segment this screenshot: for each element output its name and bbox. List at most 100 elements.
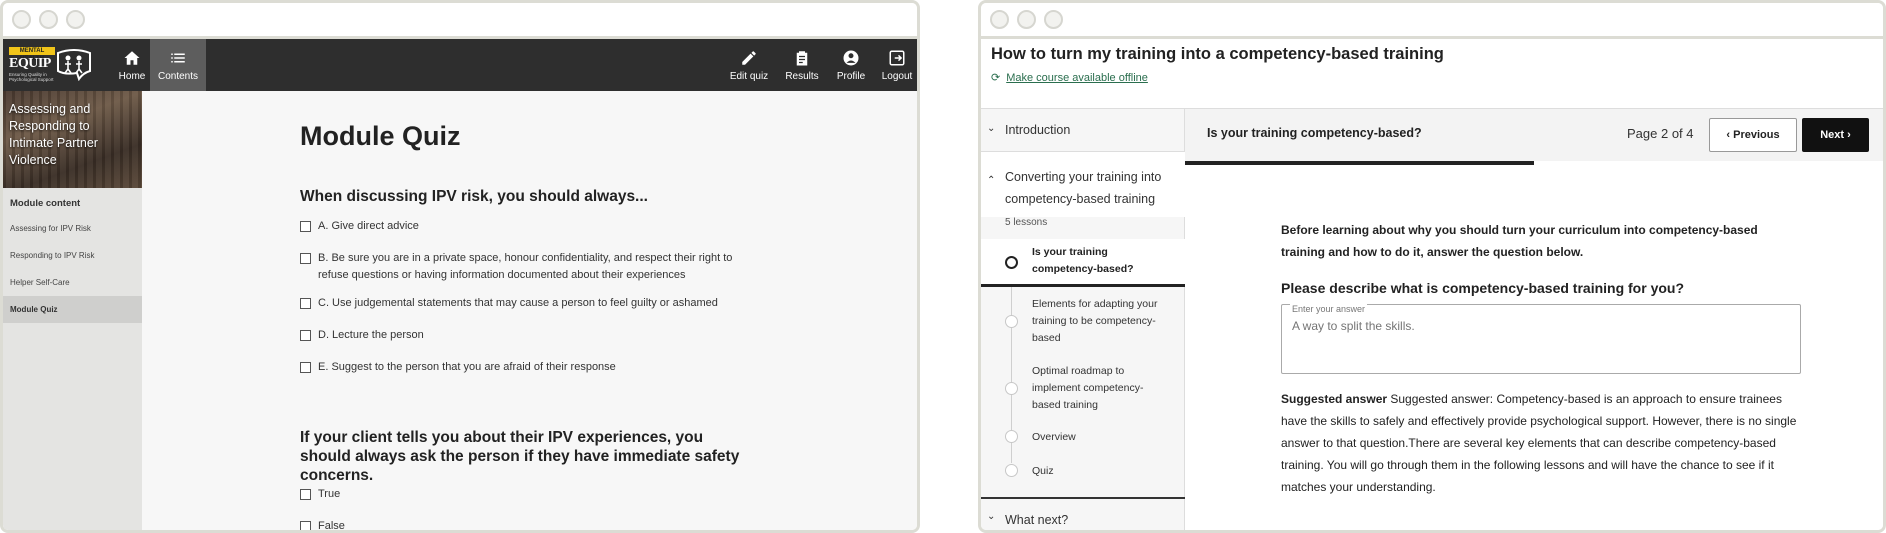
course-title: How to turn my training into a competenc… bbox=[991, 45, 1444, 63]
next-button[interactable]: Next › bbox=[1802, 118, 1869, 152]
checkbox[interactable] bbox=[300, 298, 311, 309]
course-app: How to turn my training into a competenc… bbox=[981, 39, 1883, 530]
nav-results[interactable]: Results bbox=[781, 39, 823, 91]
option-label: C. Use judgemental statements that may c… bbox=[318, 297, 718, 309]
q1-option-a[interactable]: A. Give direct advice bbox=[300, 218, 760, 235]
nav-profile[interactable]: Profile bbox=[830, 39, 872, 91]
page-indicator: Page 2 of 4 bbox=[1627, 126, 1694, 141]
option-label: B. Be sure you are in a private space, h… bbox=[318, 252, 733, 281]
module-item-quiz[interactable]: Module Quiz bbox=[3, 296, 142, 323]
lesson-overview[interactable]: Overview bbox=[981, 427, 1185, 451]
lesson-circle-icon bbox=[1005, 315, 1018, 328]
nav-logout-label: Logout bbox=[881, 71, 913, 82]
window-close-dot[interactable] bbox=[990, 10, 1009, 29]
q1-option-b[interactable]: B. Be sure you are in a private space, h… bbox=[300, 250, 760, 284]
option-label: False bbox=[318, 520, 345, 530]
lesson-content: Before learning about why you should tur… bbox=[1281, 219, 1801, 498]
checkbox[interactable] bbox=[300, 330, 311, 341]
module-content-heading: Module content bbox=[10, 198, 81, 209]
window-maximize-dot[interactable] bbox=[1044, 10, 1063, 29]
question-prompt: Please describe what is competency-based… bbox=[1281, 280, 1685, 296]
previous-button-label: Previous bbox=[1733, 129, 1780, 141]
equip-logo[interactable]: MENTAL HEALTH EQUIP Ensuring Quality in … bbox=[9, 47, 93, 83]
clipboard-icon bbox=[796, 51, 808, 66]
lesson-quiz[interactable]: Quiz bbox=[981, 461, 1185, 485]
offline-link[interactable]: ⟳ Make course available offline bbox=[991, 71, 1148, 84]
checkbox[interactable] bbox=[300, 253, 311, 264]
lesson-count: 5 lessons bbox=[1005, 217, 1048, 228]
lesson-optimal-roadmap[interactable]: Optimal roadmap to implement competency-… bbox=[981, 361, 1185, 419]
window-close-dot[interactable] bbox=[12, 10, 31, 29]
chevron-up-icon: ⌃ bbox=[987, 175, 996, 186]
module-title: Assessing and Responding to Intimate Par… bbox=[9, 102, 98, 167]
lesson-label: Is your training competency-based? bbox=[1032, 246, 1134, 275]
lesson-elements-for-adapting[interactable]: Elements for adapting your training to b… bbox=[981, 294, 1185, 352]
logo-figures-icon bbox=[57, 49, 91, 81]
module-hero-image: Assessing and Responding to Intimate Par… bbox=[3, 91, 142, 188]
suggested-answer-label: Suggested answer bbox=[1281, 392, 1388, 406]
user-icon bbox=[843, 50, 859, 66]
lesson-main: Is your training competency-based? Page … bbox=[1185, 109, 1883, 530]
chevron-down-icon: ⌄ bbox=[987, 511, 996, 522]
q2-option-false[interactable]: False bbox=[300, 518, 760, 530]
nav-home-label: Home bbox=[118, 71, 146, 82]
section-converting-label: Converting your training into competency… bbox=[1005, 170, 1162, 206]
module-item-assessing[interactable]: Assessing for IPV Risk bbox=[3, 215, 142, 242]
window-titlebar bbox=[3, 3, 917, 39]
nav-edit-quiz[interactable]: Edit quiz bbox=[727, 39, 771, 91]
section-introduction[interactable]: ⌄ Introduction bbox=[981, 109, 1185, 152]
q1-option-d[interactable]: D. Lecture the person bbox=[300, 327, 760, 344]
nav-logout[interactable]: Logout bbox=[876, 39, 917, 91]
lesson-progress-bar bbox=[1185, 161, 1534, 165]
module-item-self-care[interactable]: Helper Self-Care bbox=[3, 269, 142, 296]
chevron-right-icon: › bbox=[1847, 129, 1851, 141]
nav-home[interactable]: Home bbox=[111, 39, 153, 91]
q2-option-true[interactable]: True bbox=[300, 486, 760, 503]
previous-button[interactable]: ‹ Previous bbox=[1709, 118, 1797, 152]
checkbox[interactable] bbox=[300, 489, 311, 500]
q1-option-c[interactable]: C. Use judgemental statements that may c… bbox=[300, 295, 760, 312]
option-label: A. Give direct advice bbox=[318, 220, 419, 232]
equip-app: MENTAL HEALTH EQUIP Ensuring Quality in … bbox=[3, 39, 917, 530]
window-titlebar bbox=[981, 3, 1883, 39]
list-icon bbox=[171, 53, 185, 63]
lesson-intro: Before learning about why you should tur… bbox=[1281, 223, 1758, 259]
option-label: True bbox=[318, 488, 341, 500]
course-body: ⌄ Introduction ⌃ Converting your trainin… bbox=[981, 108, 1883, 530]
checkbox[interactable] bbox=[300, 521, 311, 530]
module-item-responding[interactable]: Responding to IPV Risk bbox=[3, 242, 142, 269]
suggested-answer: Suggested answer Suggested answer: Compe… bbox=[1281, 388, 1801, 498]
lesson-is-your-training[interactable]: Is your training competency-based? bbox=[981, 239, 1185, 287]
lesson-circle-icon bbox=[1005, 382, 1018, 395]
checkbox[interactable] bbox=[300, 221, 311, 232]
lesson-header-bar: Is your training competency-based? Page … bbox=[1185, 109, 1883, 161]
section-what-next-label: What next? bbox=[1005, 513, 1069, 527]
answer-field[interactable]: Enter your answer bbox=[1281, 304, 1801, 374]
chevron-down-icon: ⌄ bbox=[987, 123, 996, 134]
logo-badge: MENTAL HEALTH bbox=[9, 47, 55, 62]
checkbox[interactable] bbox=[300, 362, 311, 373]
nav-results-label: Results bbox=[785, 71, 819, 82]
lesson-label: Elements for adapting your training to b… bbox=[1032, 298, 1158, 344]
top-nav-bar: MENTAL HEALTH EQUIP Ensuring Quality in … bbox=[3, 39, 917, 91]
answer-input[interactable] bbox=[1292, 319, 1782, 333]
lesson-label: Optimal roadmap to implement competency-… bbox=[1032, 365, 1144, 411]
section-converting[interactable]: ⌃ Converting your training into competen… bbox=[981, 152, 1185, 217]
window-minimize-dot[interactable] bbox=[39, 10, 58, 29]
lesson-title: Is your training competency-based? bbox=[1207, 126, 1422, 140]
logo-tagline: Ensuring Quality in Psychological Suppor… bbox=[9, 72, 54, 82]
q1-option-e[interactable]: E. Suggest to the person that you are af… bbox=[300, 359, 760, 376]
question-2: If your client tells you about their IPV… bbox=[300, 429, 740, 484]
sync-icon: ⟳ bbox=[991, 72, 1001, 84]
question-1: When discussing IPV risk, you should alw… bbox=[300, 188, 648, 205]
section-introduction-label: Introduction bbox=[1005, 123, 1071, 137]
window-maximize-dot[interactable] bbox=[66, 10, 85, 29]
window-minimize-dot[interactable] bbox=[1017, 10, 1036, 29]
nav-contents[interactable]: Contents bbox=[150, 39, 206, 91]
left-browser-window: MENTAL HEALTH EQUIP Ensuring Quality in … bbox=[0, 0, 920, 533]
lesson-label: Quiz bbox=[1032, 465, 1054, 477]
section-what-next[interactable]: ⌄ What next? bbox=[981, 497, 1185, 530]
module-sidebar: Assessing and Responding to Intimate Par… bbox=[3, 91, 142, 530]
lesson-circle-icon bbox=[1005, 464, 1018, 477]
nav-profile-label: Profile bbox=[836, 71, 866, 82]
